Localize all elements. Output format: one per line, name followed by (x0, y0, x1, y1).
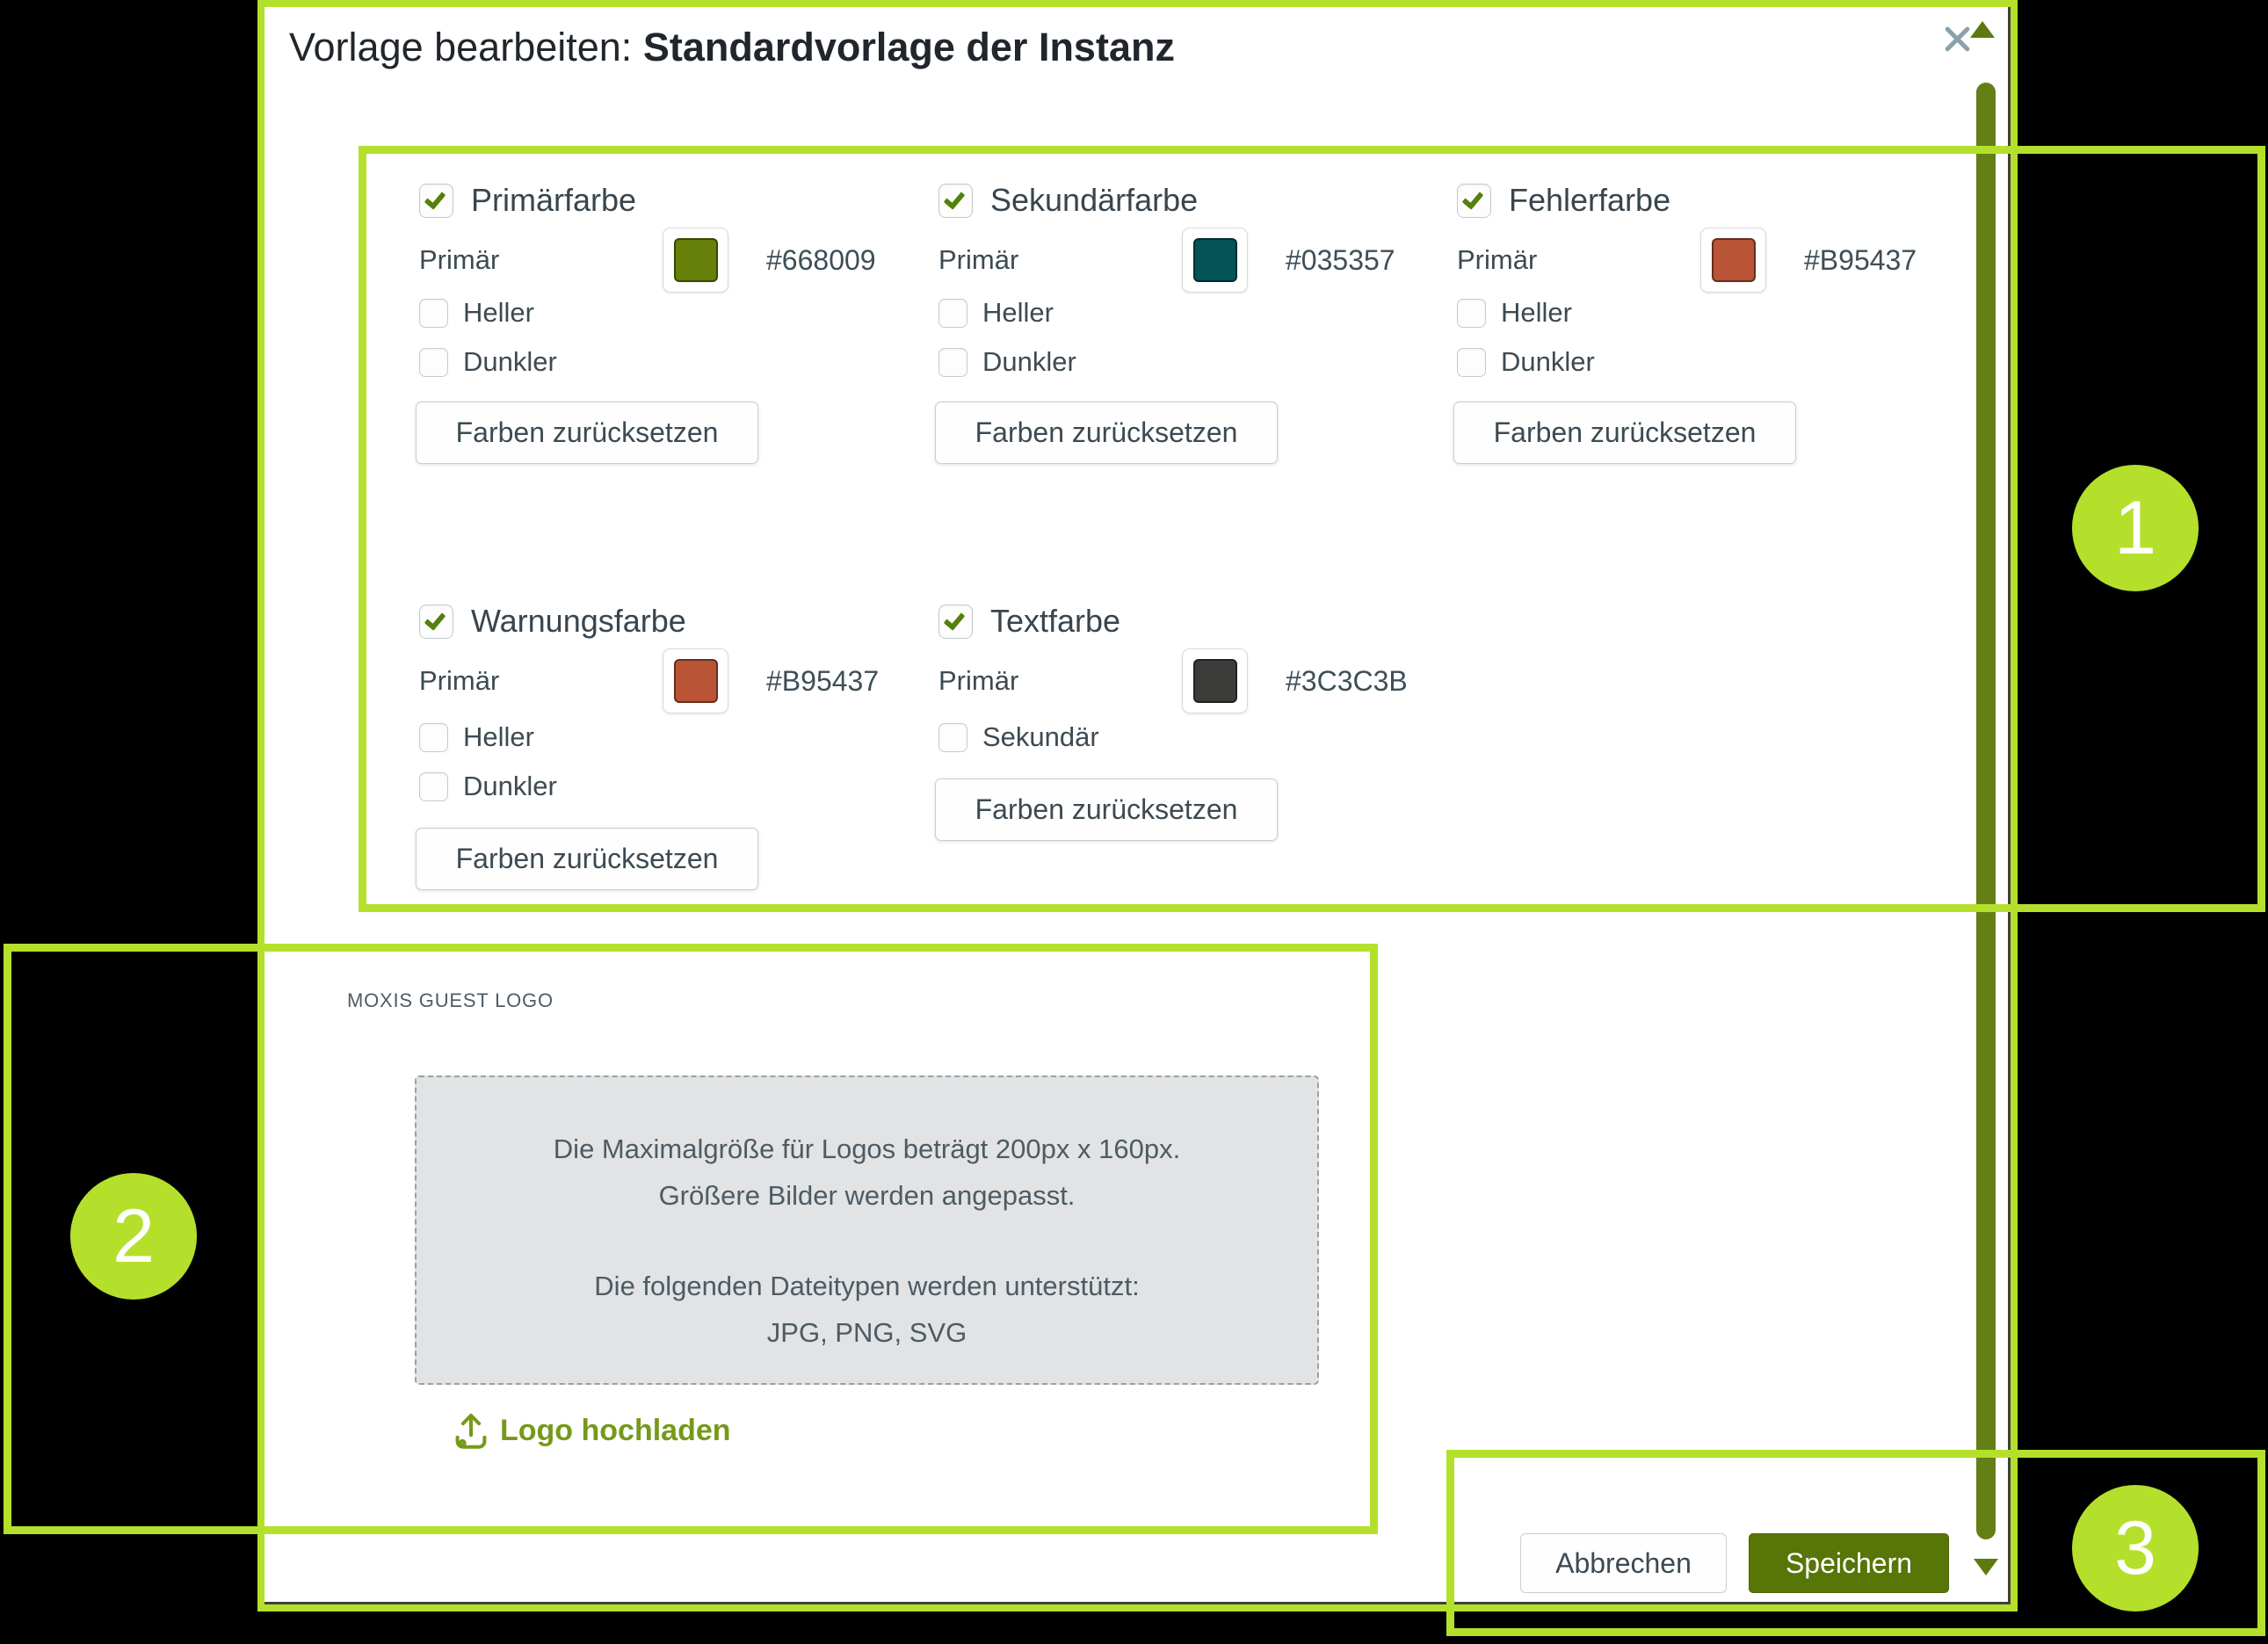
dialog-title-template-name: Standardvorlage der Instanz (643, 25, 1175, 69)
scroll-up-arrow-icon[interactable] (1970, 21, 1995, 38)
dialog-title: Vorlage bearbeiten: Standardvorlage der … (289, 25, 1175, 70)
dialog-title-prefix: Vorlage bearbeiten: (289, 25, 643, 69)
annotation-rect-colors (359, 146, 2265, 912)
annotation-badge-1: 1 (2072, 465, 2199, 591)
annotation-badge-2: 2 (70, 1173, 197, 1300)
annotation-rect-logo (4, 944, 1378, 1534)
annotation-badge-3: 3 (2072, 1485, 2199, 1611)
